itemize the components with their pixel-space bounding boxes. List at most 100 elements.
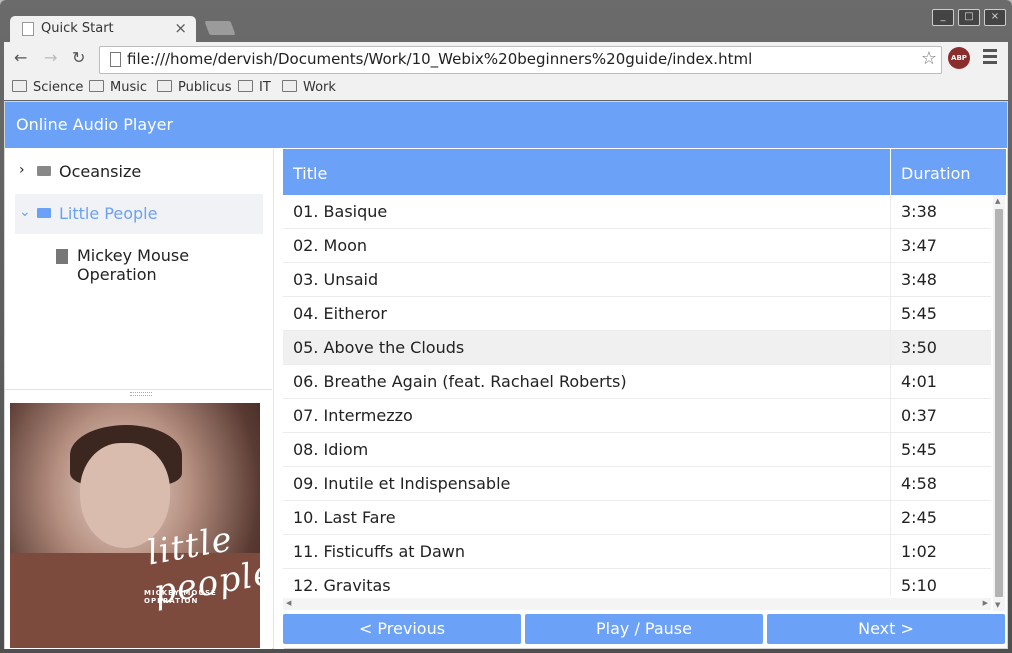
folder-icon [37, 166, 51, 176]
folder-icon [89, 80, 104, 92]
previous-button[interactable]: < Previous [283, 614, 521, 644]
tree-item-label: Mickey Mouse Operation [77, 246, 190, 284]
track-duration: 2:45 [901, 508, 937, 527]
column-divider [890, 467, 891, 501]
table-row[interactable]: 06. Breathe Again (feat. Rachael Roberts… [283, 365, 991, 399]
scroll-right-icon[interactable]: ▶ [983, 599, 988, 607]
scrollbar-thumb[interactable] [995, 209, 1003, 597]
scroll-up-icon[interactable]: ▲ [995, 197, 1000, 205]
left-panel: › Oceansize ⌄ Little People Mickey Mouse… [5, 149, 272, 649]
horizontal-scrollbar[interactable]: ◀ ▶ [283, 598, 991, 610]
tree-item-oceansize[interactable]: › Oceansize [15, 152, 263, 192]
file-icon [110, 52, 121, 67]
column-divider [890, 501, 891, 535]
column-divider [890, 195, 891, 229]
browser-tab[interactable]: Quick Start × [10, 16, 196, 42]
adblock-icon[interactable]: ABP [948, 47, 970, 69]
track-duration: 3:50 [901, 338, 937, 357]
track-duration: 0:37 [901, 406, 937, 425]
track-duration: 5:45 [901, 304, 937, 323]
column-divider [890, 365, 891, 399]
bookmark-it[interactable]: IT [238, 80, 271, 95]
new-tab-button[interactable] [204, 21, 236, 35]
track-title: 07. Intermezzo [293, 406, 413, 425]
bookmark-science[interactable]: Science [12, 80, 83, 95]
menu-icon[interactable] [983, 49, 997, 67]
folder-icon [157, 80, 172, 92]
track-title: 05. Above the Clouds [293, 338, 465, 357]
column-header-duration[interactable]: Duration [901, 164, 971, 183]
column-divider [890, 535, 891, 569]
tree-item-label: Little People [59, 204, 158, 223]
track-duration: 1:02 [901, 542, 937, 561]
table-row[interactable]: 04. Eitheror 5:45 [283, 297, 991, 331]
column-divider [890, 433, 891, 467]
bookmark-work[interactable]: Work [282, 80, 336, 95]
track-title: 10. Last Fare [293, 508, 396, 527]
bookmark-publicus[interactable]: Publicus [157, 80, 232, 95]
track-title: 09. Inutile et Indispensable [293, 474, 511, 493]
tab-close-icon[interactable]: × [174, 19, 187, 37]
panel-resizer[interactable] [130, 392, 152, 396]
maximize-button[interactable]: □ [958, 9, 980, 26]
window-controls: _ □ × [928, 4, 1006, 26]
tree-item-little-people[interactable]: ⌄ Little People [15, 194, 263, 234]
browser-toolbar: ← → ↻ file:///home/dervish/Documents/Wor… [4, 42, 1008, 76]
address-bar[interactable]: file:///home/dervish/Documents/Work/10_W… [99, 46, 942, 74]
reload-icon[interactable]: ↻ [72, 48, 85, 67]
folder-open-icon [37, 208, 51, 218]
close-window-button[interactable]: × [984, 9, 1006, 26]
track-duration: 4:01 [901, 372, 937, 391]
app-title: Online Audio Player [16, 115, 174, 134]
track-duration: 4:58 [901, 474, 937, 493]
table-row[interactable]: 11. Fisticuffs at Dawn 1:02 [283, 535, 991, 569]
star-icon[interactable]: ☆ [921, 48, 937, 69]
bookmarks-bar: Science Music Publicus IT Work [4, 76, 1008, 100]
table-row[interactable]: 07. Intermezzo 0:37 [283, 399, 991, 433]
play-pause-button[interactable]: Play / Pause [525, 614, 763, 644]
table-row[interactable]: 10. Last Fare 2:45 [283, 501, 991, 535]
url-text[interactable]: file:///home/dervish/Documents/Work/10_W… [127, 50, 752, 68]
table-header: Title Duration [283, 149, 1006, 195]
minimize-button[interactable]: _ [932, 9, 954, 26]
column-divider [890, 263, 891, 297]
table-row[interactable]: 02. Moon 3:47 [283, 229, 991, 263]
table-row[interactable]: 03. Unsaid 3:48 [283, 263, 991, 297]
bookmark-music[interactable]: Music [89, 80, 147, 95]
column-divider [890, 331, 891, 365]
tab-strip: Quick Start × _ □ × [0, 0, 1012, 42]
chevron-down-icon[interactable]: ⌄ [19, 204, 31, 220]
table-row[interactable]: 12. Gravitas 5:10 [283, 569, 991, 595]
column-divider [890, 229, 891, 263]
vertical-scrollbar[interactable]: ▲ ▼ [993, 195, 1005, 611]
scroll-left-icon[interactable]: ◀ [286, 599, 291, 607]
column-divider [890, 297, 891, 331]
folder-icon [238, 80, 253, 92]
file-icon [56, 249, 68, 264]
arrow-left-icon[interactable]: ← [14, 48, 27, 67]
track-table: Title Duration 01. Basique 3:38 02. Moon 3:… [283, 149, 1006, 619]
tree-item-label: Oceansize [59, 162, 142, 181]
player-controls: < Previous Play / Pause Next > [283, 614, 1006, 646]
track-title: 08. Idiom [293, 440, 369, 459]
track-duration: 5:10 [901, 576, 937, 595]
track-duration: 3:48 [901, 270, 937, 289]
table-row[interactable]: 01. Basique 3:38 [283, 195, 991, 229]
chevron-right-icon[interactable]: › [19, 162, 25, 178]
arrow-right-icon[interactable]: → [44, 48, 57, 67]
table-row[interactable]: 08. Idiom 5:45 [283, 433, 991, 467]
scroll-down-icon[interactable]: ▼ [995, 601, 1000, 609]
browser-window: Quick Start × _ □ × ← → ↻ file:///home/der… [0, 0, 1012, 653]
tree-item-mickey-mouse-operation[interactable]: Mickey Mouse Operation [15, 236, 272, 284]
track-title: 03. Unsaid [293, 270, 379, 289]
next-button[interactable]: Next > [767, 614, 1005, 644]
table-row[interactable]: 05. Above the Clouds 3:50 [283, 331, 991, 365]
track-title: 06. Breathe Again (feat. Rachael Roberts… [293, 372, 627, 391]
track-title: 01. Basique [293, 202, 388, 221]
table-row[interactable]: 09. Inutile et Indispensable 4:58 [283, 467, 991, 501]
column-header-title[interactable]: Title [293, 164, 327, 183]
album-cover-image: little people MICKEY MOUSE OPERATION [10, 403, 260, 648]
album-tree: › Oceansize ⌄ Little People Mickey Mouse… [5, 149, 272, 390]
page-icon [22, 22, 34, 36]
column-divider [890, 399, 891, 433]
